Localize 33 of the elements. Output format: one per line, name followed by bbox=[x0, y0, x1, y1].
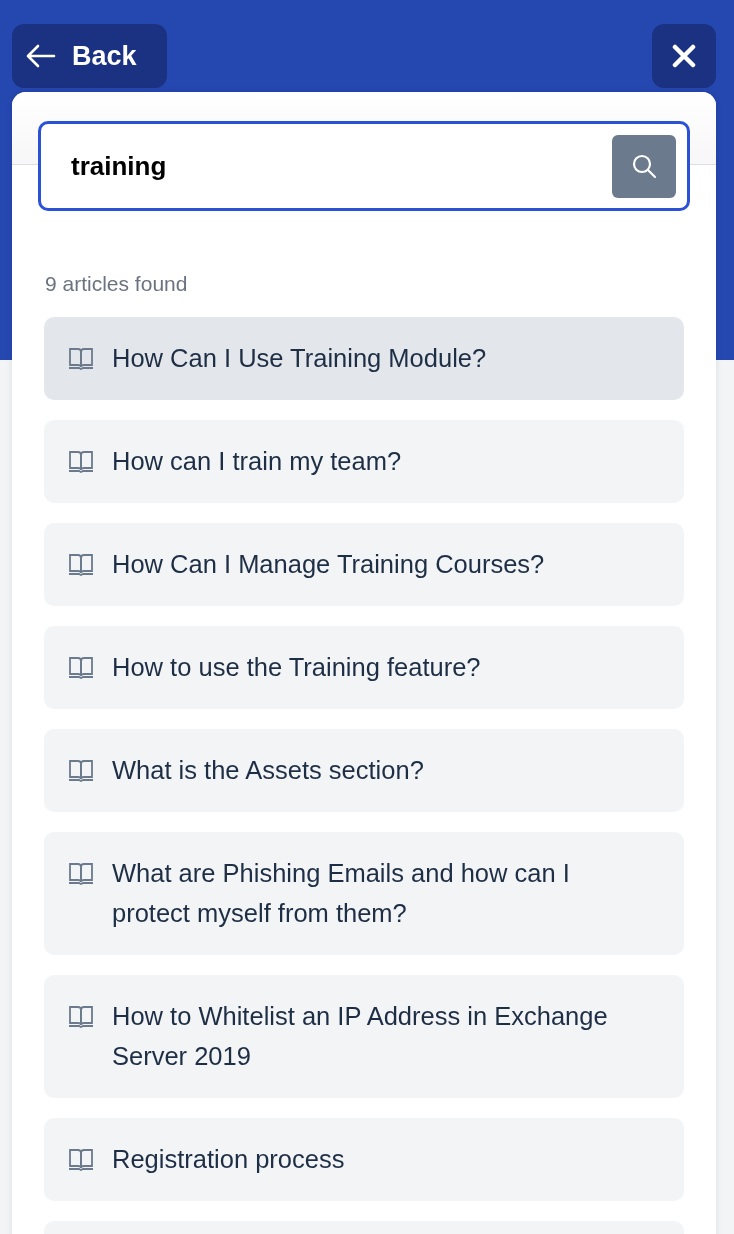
book-icon bbox=[68, 346, 94, 370]
book-icon bbox=[68, 861, 94, 885]
search-bar[interactable]: training bbox=[38, 121, 690, 211]
article-title: What are Phishing Emails and how can I protect myself from them? bbox=[112, 858, 571, 929]
arrow-left-icon bbox=[26, 44, 56, 68]
search-button[interactable] bbox=[612, 134, 676, 198]
book-icon bbox=[68, 552, 94, 576]
close-icon bbox=[672, 44, 696, 68]
book-icon bbox=[68, 449, 94, 473]
article-item[interactable]: How to Whitelist an IP Address in Exchange Server 2019 bbox=[44, 975, 684, 1098]
article-title: How can I train my team? bbox=[112, 446, 402, 477]
article-title: Registration process bbox=[112, 1144, 345, 1175]
article-title: How Can I Use Training Module? bbox=[112, 343, 487, 374]
article-item[interactable]: How Can I Manage Training Courses? bbox=[44, 523, 684, 606]
article-item[interactable]: Registration process bbox=[44, 1118, 684, 1201]
article-title: How Can I Manage Training Courses? bbox=[112, 549, 545, 580]
book-icon bbox=[68, 1147, 94, 1171]
back-button[interactable]: Back bbox=[12, 24, 167, 88]
search-field[interactable]: training bbox=[71, 150, 612, 182]
article-item[interactable]: How can I train my team? bbox=[44, 420, 684, 503]
book-icon bbox=[68, 655, 94, 679]
article-title: How to Whitelist an IP Address in Exchange Server 2019 bbox=[112, 1001, 609, 1072]
result-count: 9 articles found bbox=[45, 271, 189, 297]
close-button[interactable] bbox=[652, 24, 716, 88]
book-icon bbox=[68, 758, 94, 782]
article-item[interactable]: How to use the Training feature? bbox=[44, 626, 684, 709]
article-title: How to use the Training feature? bbox=[112, 652, 481, 683]
book-icon bbox=[68, 1004, 94, 1028]
article-item[interactable]: What is the Assets section? bbox=[44, 729, 684, 812]
search-icon bbox=[631, 153, 657, 179]
article-item[interactable]: How Can I Use Training Module? bbox=[44, 317, 684, 400]
article-title: What is the Assets section? bbox=[112, 755, 424, 786]
article-item[interactable]: What are Phishing Emails and how can I protect myself from them? bbox=[44, 832, 684, 955]
